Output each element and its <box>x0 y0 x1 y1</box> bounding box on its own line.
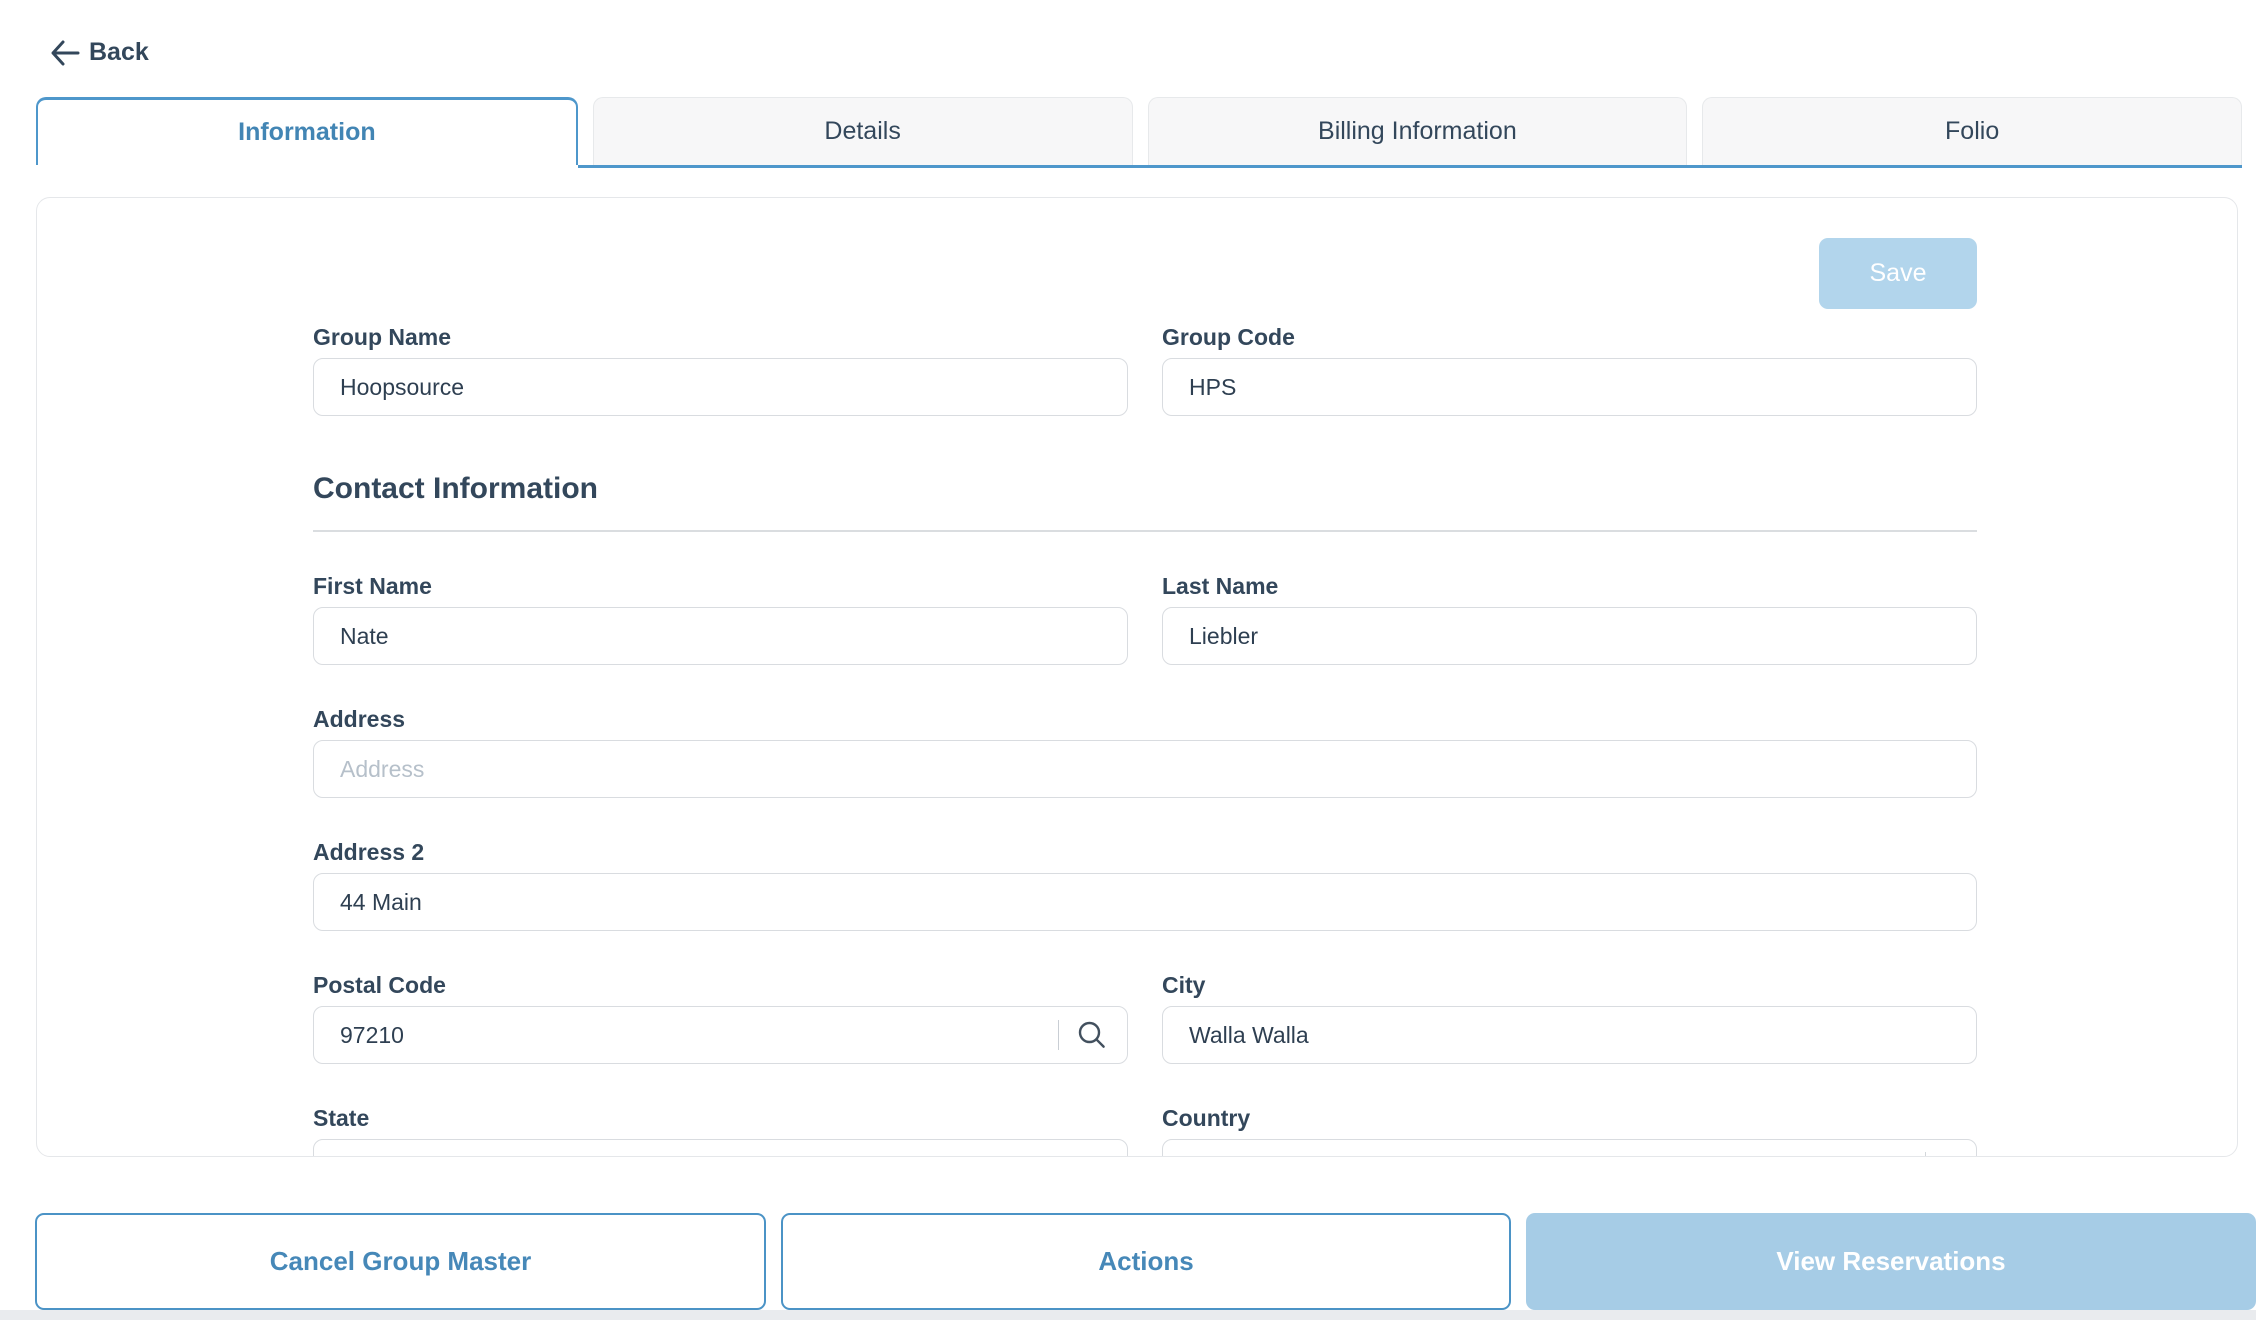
first-name-input[interactable] <box>340 623 1109 650</box>
address2-field <box>313 873 1977 931</box>
tab-information-label: Information <box>238 118 376 147</box>
cancel-group-master-button[interactable]: Cancel Group Master <box>35 1213 766 1310</box>
tab-details[interactable]: Details <box>593 97 1133 165</box>
group-name-field-group: Group Name <box>313 323 1128 416</box>
information-panel: Save Group Name Group Code Contact Infor… <box>36 197 2238 1157</box>
group-code-field-group: Group Code <box>1162 323 1977 416</box>
address-input[interactable] <box>340 756 1958 783</box>
state-input[interactable] <box>340 1155 1109 1158</box>
save-button[interactable]: Save <box>1819 238 1977 309</box>
country-dropdown-divider <box>1925 1152 1926 1157</box>
group-name-input[interactable] <box>340 374 1109 401</box>
country-input[interactable] <box>1189 1155 1958 1158</box>
address-label: Address <box>313 705 1977 733</box>
search-icon <box>1075 1018 1109 1052</box>
view-reservations-button[interactable]: View Reservations <box>1526 1213 2256 1310</box>
actions-button[interactable]: Actions <box>781 1213 1511 1310</box>
last-name-label: Last Name <box>1162 572 1977 600</box>
country-field[interactable] <box>1162 1139 1977 1157</box>
city-input[interactable] <box>1189 1022 1958 1049</box>
last-name-field-group: Last Name <box>1162 572 1977 665</box>
group-code-label: Group Code <box>1162 323 1977 351</box>
bottom-edge-strip <box>0 1310 2256 1320</box>
postal-code-search-button[interactable] <box>1059 1018 1109 1052</box>
group-name-label: Group Name <box>313 323 1128 351</box>
postal-code-input[interactable] <box>340 1022 1050 1049</box>
first-name-field <box>313 607 1128 665</box>
tab-folio-label: Folio <box>1945 117 1999 146</box>
address2-label: Address 2 <box>313 838 1977 866</box>
country-field-group: Country <box>1162 1104 1977 1157</box>
tab-information[interactable]: Information <box>36 97 578 165</box>
back-label: Back <box>89 38 149 67</box>
address-field-group: Address <box>313 705 1977 798</box>
tab-bar: Information Details Billing Information … <box>36 97 2242 168</box>
group-code-field <box>1162 358 1977 416</box>
address2-input[interactable] <box>340 889 1958 916</box>
last-name-input[interactable] <box>1189 623 1958 650</box>
city-field-group: City <box>1162 971 1977 1064</box>
first-name-label: First Name <box>313 572 1128 600</box>
address2-field-group: Address 2 <box>313 838 1977 931</box>
tab-details-label: Details <box>824 117 900 146</box>
group-name-field <box>313 358 1128 416</box>
state-field <box>313 1139 1128 1157</box>
contact-information-heading: Contact Information <box>313 472 1977 506</box>
address-field <box>313 740 1977 798</box>
city-field <box>1162 1006 1977 1064</box>
group-code-input[interactable] <box>1189 374 1958 401</box>
state-field-group: State <box>313 1104 1128 1157</box>
tab-billing-information-label: Billing Information <box>1318 117 1517 146</box>
tab-folio[interactable]: Folio <box>1702 97 2242 165</box>
last-name-field <box>1162 607 1977 665</box>
state-label: State <box>313 1104 1128 1132</box>
back-link[interactable]: Back <box>50 38 149 67</box>
first-name-field-group: First Name <box>313 572 1128 665</box>
postal-code-label: Postal Code <box>313 971 1128 999</box>
city-label: City <box>1162 971 1977 999</box>
postal-code-field-group: Postal Code <box>313 971 1128 1064</box>
country-label: Country <box>1162 1104 1977 1132</box>
section-divider <box>313 530 1977 532</box>
arrow-left-icon <box>50 39 80 67</box>
postal-code-field <box>313 1006 1128 1064</box>
tab-billing-information[interactable]: Billing Information <box>1148 97 1688 165</box>
